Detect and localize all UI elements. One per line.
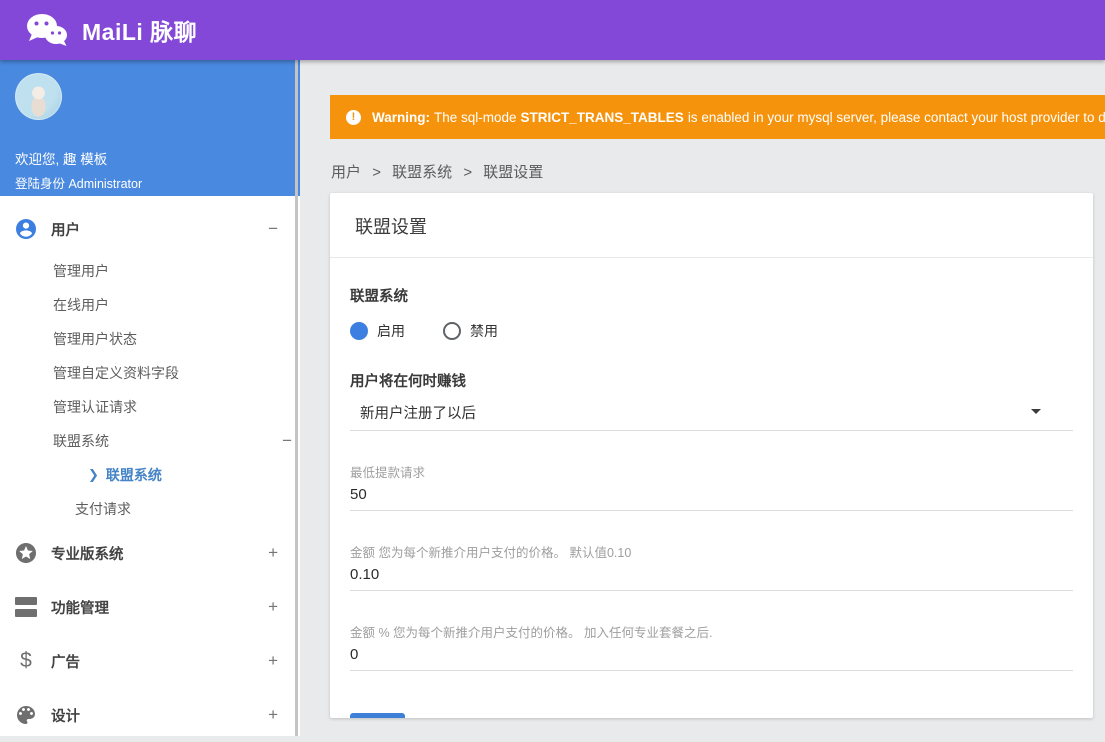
app-header: MaiLi 脉聊: [0, 0, 1105, 60]
sidebar-scrollbar[interactable]: [295, 60, 298, 736]
menu-label: 专业版系统: [51, 546, 124, 563]
menu-label: 设计: [51, 708, 80, 725]
warning-icon: !: [346, 109, 361, 125]
amount-per-referral-input[interactable]: [350, 562, 1073, 591]
earn-when-value: 新用户注册了以后: [360, 405, 476, 422]
radio-enable[interactable]: [350, 322, 368, 340]
menu-label: 广告: [51, 654, 80, 671]
min-withdraw-input[interactable]: [350, 482, 1073, 511]
affiliate-system-label: 联盟系统: [350, 289, 408, 305]
affiliate-system-radio-group: 启用 禁用: [350, 321, 1073, 341]
percent-per-referral-label: 金额 % 您为每个新推介用户支付的价格。 加入任何专业套餐之后.: [350, 626, 713, 640]
sidebar: 欢迎您, 趣 模板 登陆身份 Administrator 用户 − 管理用户 在…: [0, 60, 300, 736]
user-circle-icon: [14, 217, 38, 241]
sidebar-item-manage-verification-requests[interactable]: 管理认证请求: [0, 390, 300, 424]
menu-label: 支付请求: [75, 501, 131, 517]
dollar-icon: $: [20, 649, 32, 672]
sidebar-item-design[interactable]: 设计 +: [0, 688, 300, 742]
card-title: 联盟设置: [330, 193, 1093, 258]
menu-label: 用户: [51, 222, 80, 239]
warning-sql-mode: STRICT_TRANS_TABLES: [520, 109, 684, 125]
radio-disable[interactable]: [443, 322, 461, 340]
amount-per-referral-label: 金额 您为每个新推介用户支付的价格。 默认值0.10: [350, 546, 632, 560]
earn-when-field: 用户将在何时赚钱 新用户注册了以后: [350, 370, 1073, 431]
sidebar-item-manage-custom-fields[interactable]: 管理自定义资料字段: [0, 356, 300, 390]
sidebar-item-affiliate-group[interactable]: 联盟系统 −: [0, 424, 300, 458]
dropdown-caret-icon: [1031, 409, 1041, 414]
welcome-text: 欢迎您, 趣 模板: [15, 152, 108, 167]
sidebar-item-users[interactable]: 用户 −: [0, 204, 300, 254]
warning-banner: ! Warning: The sql-mode STRICT_TRANS_TAB…: [330, 95, 1105, 139]
star-circle-icon: [14, 541, 38, 565]
role-text: 登陆身份 Administrator: [15, 177, 143, 191]
warning-badge: Warning:: [372, 109, 430, 125]
breadcrumb: 用户 > 联盟系统 > 联盟设置: [331, 161, 543, 182]
menu-label: 联盟系统: [105, 467, 162, 483]
menu-label: 管理用户状态: [53, 331, 137, 347]
save-button[interactable]: 保存: [350, 713, 405, 718]
amount-per-referral-field: 金额 您为每个新推介用户支付的价格。 默认值0.10: [350, 542, 1073, 591]
card-body: 联盟系统 启用 禁用 用户将在何时赚钱 新用户注册了以后 最低提款请求 金额 您…: [330, 258, 1093, 718]
menu-label: 管理认证请求: [53, 399, 137, 415]
sidebar-item-ads[interactable]: $ 广告 +: [0, 634, 300, 688]
expand-icon[interactable]: +: [268, 705, 278, 725]
breadcrumb-users[interactable]: 用户: [331, 164, 361, 181]
percent-per-referral-field: 金额 % 您为每个新推介用户支付的价格。 加入任何专业套餐之后.: [350, 622, 1073, 671]
expand-icon[interactable]: +: [268, 543, 278, 563]
collapse-icon[interactable]: −: [282, 431, 292, 451]
earn-when-label: 用户将在何时赚钱: [350, 374, 466, 390]
expand-icon[interactable]: +: [268, 651, 278, 671]
affiliate-settings-card: 联盟设置 联盟系统 启用 禁用 用户将在何时赚钱 新用户注册了以后 最低提款请求…: [330, 193, 1093, 718]
earn-when-select[interactable]: 新用户注册了以后: [350, 400, 1073, 431]
chevron-right-icon: ❯: [88, 467, 99, 482]
radio-disable-label[interactable]: 禁用: [470, 321, 498, 341]
percent-per-referral-input[interactable]: [350, 642, 1073, 671]
sidebar-profile: 欢迎您, 趣 模板 登陆身份 Administrator: [0, 60, 300, 196]
sidebar-item-manage-users[interactable]: 管理用户: [0, 254, 300, 288]
menu-label: 管理自定义资料字段: [53, 365, 179, 381]
menu-label: 在线用户: [53, 297, 109, 313]
brand-title: MaiLi 脉聊: [82, 19, 198, 45]
menu-label: 功能管理: [51, 600, 109, 617]
radio-enable-label[interactable]: 启用: [377, 321, 405, 341]
expand-icon[interactable]: +: [268, 597, 278, 617]
sidebar-item-payment-requests[interactable]: 支付请求: [0, 492, 300, 526]
sidebar-menu: 用户 − 管理用户 在线用户 管理用户状态 管理自定义资料字段 管理认证请求 联…: [0, 196, 300, 742]
warning-text-pre: The sql-mode: [434, 109, 517, 125]
menu-label: 管理用户: [53, 263, 109, 279]
stacked-bars-icon: [14, 595, 38, 619]
palette-icon: [14, 703, 38, 727]
breadcrumb-separator: >: [372, 164, 381, 181]
breadcrumb-affiliate-settings: 联盟设置: [483, 164, 544, 181]
warning-text-post: is enabled in your mysql server, please …: [687, 109, 1105, 125]
breadcrumb-affiliate-system[interactable]: 联盟系统: [392, 164, 452, 181]
menu-label: 联盟系统: [53, 433, 109, 449]
avatar: [15, 73, 62, 120]
sidebar-item-manage-user-status[interactable]: 管理用户状态: [0, 322, 300, 356]
sidebar-item-pro-system[interactable]: 专业版系统 +: [0, 526, 300, 580]
collapse-icon[interactable]: −: [268, 219, 278, 239]
min-withdraw-field: 最低提款请求: [350, 462, 1073, 511]
sidebar-item-online-users[interactable]: 在线用户: [0, 288, 300, 322]
sidebar-item-feature-management[interactable]: 功能管理 +: [0, 580, 300, 634]
min-withdraw-label: 最低提款请求: [350, 466, 426, 480]
breadcrumb-separator: >: [463, 164, 473, 181]
sidebar-item-affiliate-system-active[interactable]: ❯ 联盟系统: [0, 458, 300, 492]
wechat-logo-icon: [25, 13, 69, 47]
